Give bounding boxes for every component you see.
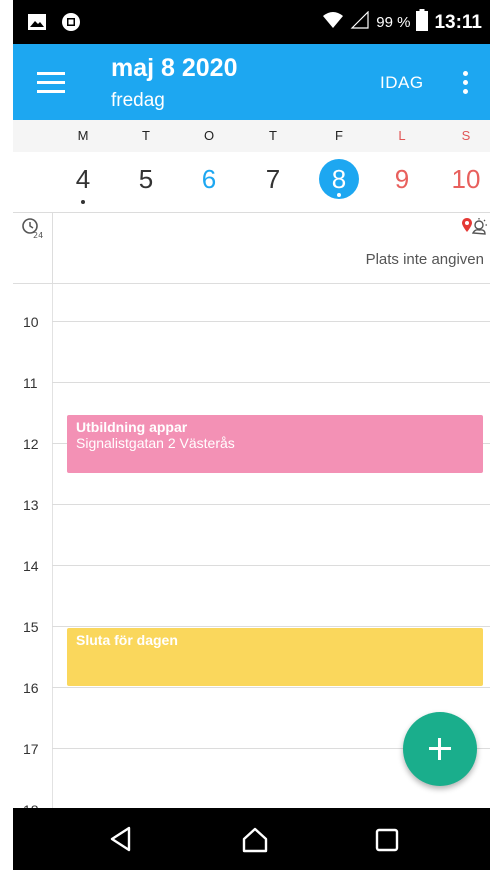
- date-cell-4[interactable]: 4: [63, 164, 103, 195]
- date-cell-6[interactable]: 6: [189, 164, 229, 195]
- day-timeline[interactable]: 10 11 12 13 14 15 16 17 18 Utbildning ap…: [13, 284, 490, 818]
- hour-label: 14: [23, 558, 39, 574]
- notification-icon: [61, 12, 81, 37]
- location-text: Plats inte angiven: [365, 251, 484, 268]
- app-bar: maj 8 2020 fredag IDAG: [13, 44, 490, 120]
- event-dot: [337, 193, 341, 197]
- page-subtitle: fredag: [111, 90, 165, 111]
- back-icon[interactable]: [109, 826, 133, 857]
- hour-line: [52, 321, 490, 322]
- hour-line: [52, 504, 490, 505]
- wifi-icon: [322, 11, 344, 34]
- recent-apps-icon[interactable]: [375, 828, 399, 857]
- date-cell-10[interactable]: 10: [446, 164, 486, 195]
- system-nav-bar: [13, 808, 490, 870]
- event-utbildning-appar[interactable]: Utbildning appar Signalistgatan 2 Väster…: [67, 415, 483, 473]
- clock-time: 13:11: [434, 11, 482, 33]
- event-sluta-for-dagen[interactable]: Sluta för dagen: [67, 628, 483, 686]
- hour-line: [52, 626, 490, 627]
- date-cell-9[interactable]: 9: [382, 164, 422, 195]
- hour-line: [52, 382, 490, 383]
- weekday-letter-fri: F: [335, 128, 343, 143]
- hour-label: 15: [23, 619, 39, 635]
- hour-label: 10: [23, 314, 39, 330]
- hour-label: 11: [23, 375, 38, 391]
- status-bar: 99 % 13:11: [13, 0, 490, 44]
- hour-label: 16: [23, 680, 39, 696]
- page-title[interactable]: maj 8 2020: [111, 54, 238, 83]
- signal-icon: [350, 10, 370, 34]
- weekday-letter-wed: O: [203, 128, 215, 143]
- svg-text:24: 24: [33, 231, 43, 239]
- battery-percent: 99 %: [376, 14, 411, 31]
- weekday-letter-tue: T: [142, 128, 150, 143]
- home-icon[interactable]: [241, 826, 269, 859]
- date-cell-8[interactable]: 8: [319, 164, 359, 195]
- date-cell-5[interactable]: 5: [126, 164, 166, 195]
- hour-label: 12: [23, 436, 39, 452]
- week-date-strip: 4 5 6 7 8 9 10: [13, 152, 490, 213]
- allday-row[interactable]: 24 Plats inte angiven: [13, 213, 490, 284]
- add-event-button[interactable]: [403, 712, 477, 786]
- hour-line: [52, 565, 490, 566]
- weekday-letter-sat: L: [398, 128, 406, 143]
- weekday-letter-thu: T: [269, 128, 277, 143]
- location-weather-icon[interactable]: [461, 217, 489, 244]
- event-dot: [81, 200, 85, 204]
- today-button[interactable]: IDAG: [380, 73, 424, 93]
- event-location: Signalistgatan 2 Västerås: [76, 435, 235, 451]
- image-icon: [27, 13, 47, 36]
- event-title: Sluta för dagen: [76, 632, 178, 648]
- date-cell-7[interactable]: 7: [253, 164, 293, 195]
- clock-24-icon[interactable]: 24: [21, 217, 43, 244]
- more-options-icon[interactable]: [463, 71, 469, 95]
- calendar-screen: 99 % 13:11 maj 8 2020 fredag IDAG M T O …: [13, 0, 490, 870]
- battery-icon: [416, 9, 429, 36]
- event-title: Utbildning appar: [76, 419, 188, 435]
- weekday-letter-mon: M: [77, 128, 89, 143]
- hour-label: 17: [23, 741, 39, 757]
- hour-label: 13: [23, 497, 39, 513]
- weekday-letter-sun: S: [461, 128, 471, 143]
- week-day-letters: M T O T F L S: [13, 120, 490, 152]
- hour-line: [52, 687, 490, 688]
- menu-icon[interactable]: [37, 72, 65, 94]
